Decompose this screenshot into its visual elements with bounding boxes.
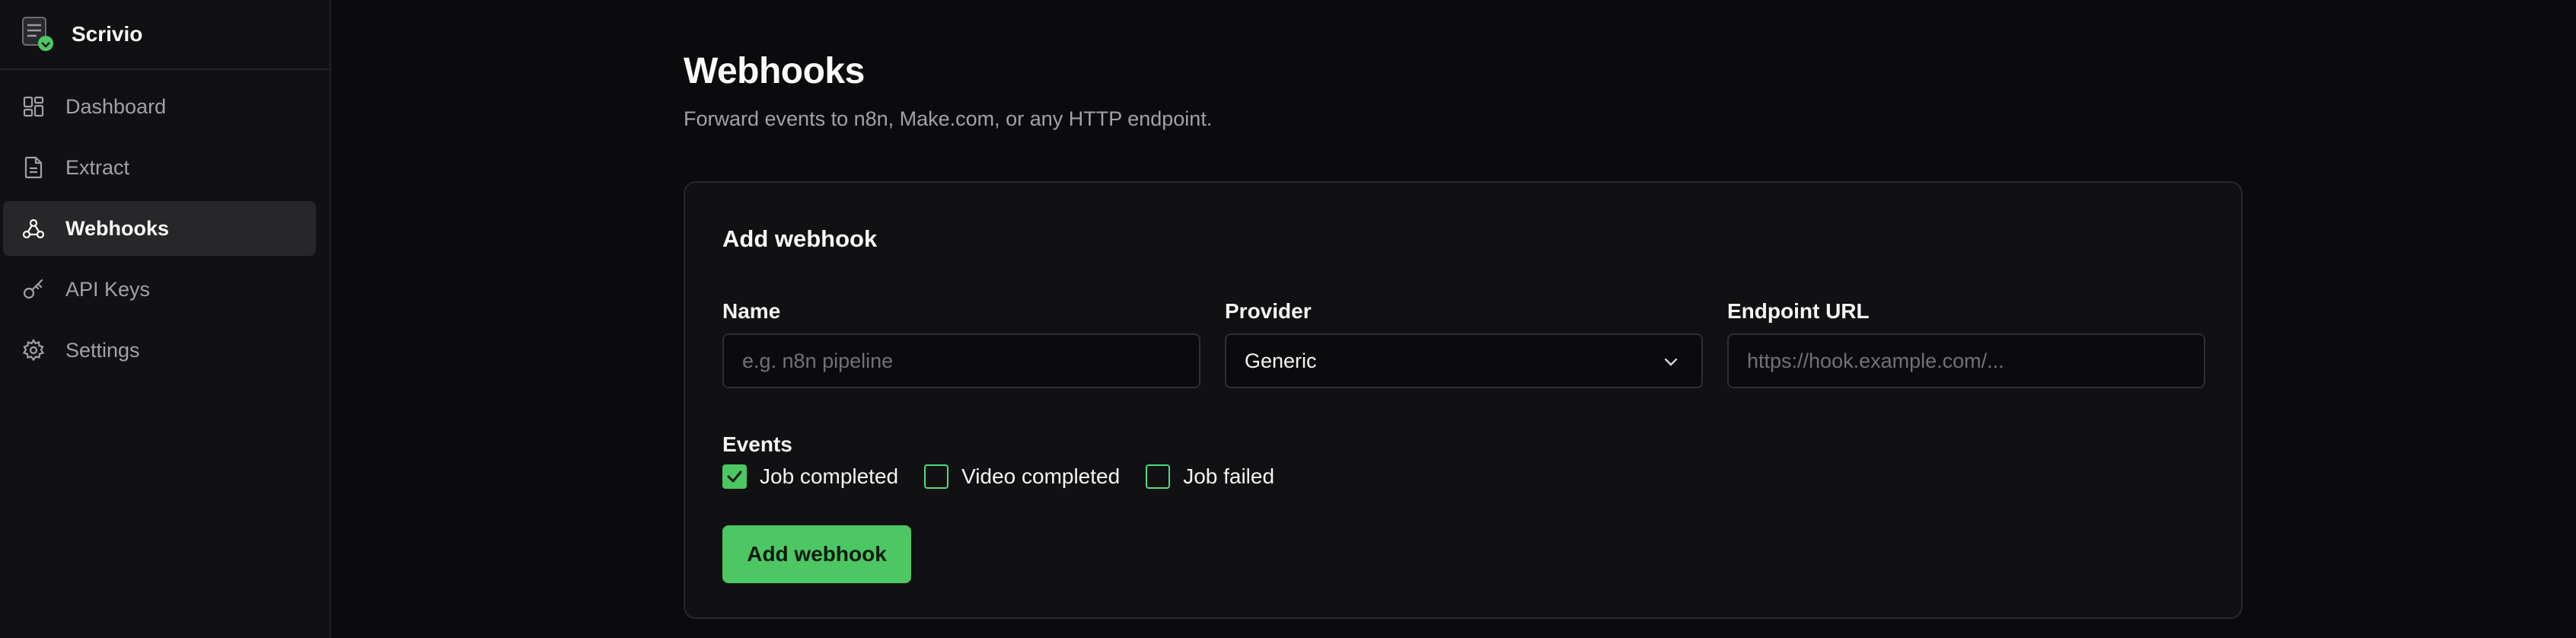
key-icon	[21, 277, 46, 301]
event-video-completed[interactable]: Video completed	[924, 464, 1120, 489]
webhook-icon	[21, 216, 46, 241]
provider-select[interactable]: Generic	[1225, 333, 1703, 388]
job-failed-checkbox[interactable]	[1146, 464, 1171, 489]
name-input[interactable]: e.g. n8n pipeline	[722, 333, 1200, 388]
endpoint-label: Endpoint URL	[1727, 299, 1870, 323]
document-icon	[21, 155, 46, 180]
sidebar-item-label: Webhooks	[65, 216, 170, 240]
brand[interactable]: Scrivio	[0, 0, 330, 70]
endpoint-field-group: Endpoint URL https://hook.example.com/..…	[1727, 298, 2205, 388]
app-name: Scrivio	[72, 22, 143, 46]
sidebar-item-dashboard[interactable]: Dashboard	[3, 79, 316, 134]
provider-value: Generic	[1245, 349, 1317, 372]
page-subtitle: Forward events to n8n, Make.com, or any …	[684, 107, 1213, 130]
job-completed-checkbox[interactable]	[722, 464, 747, 489]
video-completed-checkbox[interactable]	[924, 464, 949, 489]
job-failed-label: Job failed	[1183, 464, 1275, 488]
card-title: Add webhook	[722, 225, 878, 252]
gear-icon	[21, 338, 46, 362]
sidebar-item-label: Dashboard	[65, 94, 167, 118]
name-placeholder: e.g. n8n pipeline	[742, 349, 894, 372]
sidebar-item-api-keys[interactable]: API Keys	[3, 262, 316, 317]
chevron-down-icon	[1660, 352, 1682, 373]
page-title: Webhooks	[684, 51, 865, 91]
sidebar-item-label: Settings	[65, 338, 140, 362]
main-content: Webhooks Forward events to n8n, Make.com…	[331, 0, 2576, 638]
events-label: Events	[722, 432, 792, 456]
dashboard-icon	[21, 94, 46, 119]
sidebar-item-settings[interactable]: Settings	[3, 323, 316, 378]
check-icon	[727, 471, 742, 483]
name-label: Name	[722, 299, 781, 323]
job-completed-label: Job completed	[760, 464, 899, 488]
sidebar-item-label: Extract	[65, 155, 130, 179]
events-checkbox-group: Job completed Video completed Job failed	[722, 464, 1300, 489]
endpoint-input[interactable]: https://hook.example.com/...	[1727, 333, 2205, 388]
event-job-completed[interactable]: Job completed	[722, 464, 898, 489]
provider-label: Provider	[1225, 299, 1312, 323]
sidebar-nav: Dashboard Extract Webhooks API Keys Sett…	[0, 70, 330, 378]
name-field-group: Name e.g. n8n pipeline	[722, 298, 1200, 388]
provider-field-group: Provider Generic	[1225, 298, 1703, 388]
add-webhook-card: Add webhook Name e.g. n8n pipeline Provi…	[684, 181, 2243, 619]
scrivio-logo-icon	[21, 16, 55, 53]
sidebar-item-label: API Keys	[65, 277, 151, 301]
event-job-failed[interactable]: Job failed	[1146, 464, 1274, 489]
video-completed-label: Video completed	[961, 464, 1121, 488]
page-header: Webhooks Forward events to n8n, Make.com…	[684, 50, 1212, 131]
sidebar: Scrivio Dashboard Extract Webhooks API K…	[0, 0, 331, 638]
add-webhook-button[interactable]: Add webhook	[722, 525, 911, 583]
sidebar-item-extract[interactable]: Extract	[3, 140, 316, 195]
endpoint-placeholder: https://hook.example.com/...	[1747, 349, 2004, 372]
app-root: Scrivio Dashboard Extract Webhooks API K…	[0, 0, 2576, 638]
sidebar-item-webhooks[interactable]: Webhooks	[3, 201, 316, 256]
